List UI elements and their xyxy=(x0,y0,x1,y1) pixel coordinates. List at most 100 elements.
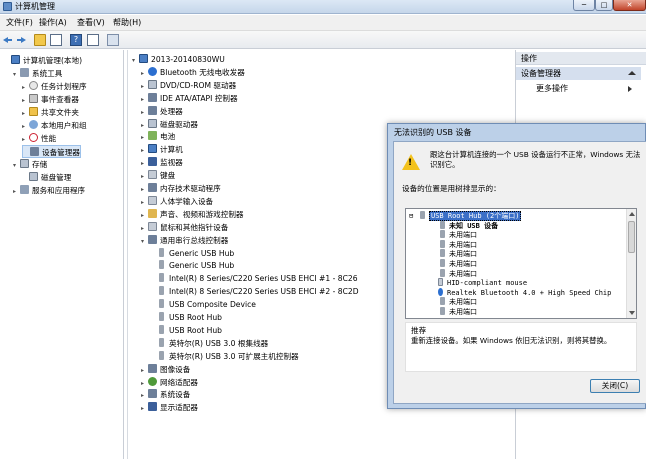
console-tree-item[interactable]: ▸ 共享文件夹 xyxy=(22,106,79,119)
device-tree-item[interactable]: Generic USB Hub xyxy=(150,259,234,272)
device-tree-item[interactable]: ▾ 2013-20140830WU xyxy=(132,53,225,66)
usb-tree-label: USB Root Hub (2个端口) xyxy=(429,211,522,221)
scroll-thumb[interactable] xyxy=(628,221,635,253)
device-tree-item[interactable]: Generic USB Hub xyxy=(150,247,234,260)
console-tree-item[interactable]: ▸ 事件查看器 xyxy=(22,93,79,106)
expander-icon[interactable]: ▾ xyxy=(132,54,139,67)
actions-device-manager[interactable]: 设备管理器 xyxy=(516,67,641,80)
back-arrow-icon[interactable] xyxy=(2,34,14,46)
expander-icon[interactable]: ▸ xyxy=(13,185,20,198)
device-label: 声音、视频和游戏控制器 xyxy=(160,209,244,219)
usb-tree-item[interactable]: 未用端口 xyxy=(429,297,477,307)
show-hide-tree-icon[interactable] xyxy=(50,34,62,46)
console-tree-item[interactable]: ▸ 本地用户和组 xyxy=(22,119,87,132)
device-tree-item[interactable]: USB Root Hub xyxy=(150,311,222,324)
device-label: Intel(R) 8 Series/C220 Series USB EHCI #… xyxy=(169,274,358,284)
expander-icon[interactable]: ▸ xyxy=(141,402,148,415)
console-tree-label: 共享文件夹 xyxy=(41,108,79,117)
device-tree-item[interactable]: 英特尔(R) USB 3.0 根集线器 xyxy=(150,337,268,350)
system-device-icon xyxy=(148,389,157,399)
close-window-button[interactable]: ✕ xyxy=(613,0,646,11)
up-folder-icon[interactable] xyxy=(34,34,46,46)
device-tree-item[interactable]: Intel(R) 8 Series/C220 Series USB EHCI #… xyxy=(150,285,359,298)
console-tree-item[interactable]: ▸ 任务计划程序 xyxy=(22,80,87,93)
usb-tree-item[interactable]: Realtek Bluetooth 4.0 + High Speed Chip xyxy=(429,287,611,298)
collapse-up-icon[interactable] xyxy=(628,71,636,75)
mouse-icon xyxy=(438,278,443,287)
device-tree-item[interactable]: ▸ 计算机 xyxy=(141,143,183,156)
console-tree-item[interactable]: ▸ 性能 xyxy=(22,132,56,145)
device-label: 2013-20140830WU xyxy=(151,55,225,64)
device-tree-item[interactable]: 英特尔(R) USB 3.0 可扩展主机控制器 xyxy=(150,350,299,363)
system-tools-icon xyxy=(20,68,29,77)
usb-tree-item[interactable]: 未知 USB 设备 xyxy=(429,220,498,231)
device-tree-item[interactable]: ▸ 处理器 xyxy=(141,105,183,118)
menu-view[interactable]: 查看(V) xyxy=(77,17,105,29)
device-tree-item[interactable]: ▸ Bluetooth 无线电收发器 xyxy=(141,66,245,79)
port-icon xyxy=(440,297,445,306)
usb-location-tree[interactable]: 未用端口 未用端口 Realtek Bluetooth 4.0 + High Spe… xyxy=(405,208,637,319)
device-tree-item[interactable]: USB Composite Device xyxy=(150,298,256,311)
console-tree-item[interactable]: 磁盘管理 xyxy=(22,171,71,184)
toolbar: ? xyxy=(0,31,646,49)
device-tree-item[interactable]: USB Root Hub xyxy=(150,324,222,337)
properties-icon[interactable] xyxy=(87,34,99,46)
recommendation-box: 推荐 重新连接设备。如果 Windows 依旧无法识别，则将其替换。 xyxy=(405,322,637,372)
device-tree-item[interactable]: ▸ 鼠标和其他指针设备 xyxy=(141,221,228,234)
device-tree-item[interactable]: ▸ 系统设备 xyxy=(141,388,190,401)
close-button[interactable]: 关闭(C) xyxy=(590,379,640,393)
device-tree-item[interactable]: ▸ 电池 xyxy=(141,130,175,143)
console-tree-item[interactable]: ▾ 系统工具 xyxy=(13,67,62,80)
usb-tree-item[interactable]: 未用端口 xyxy=(429,307,477,317)
battery-icon xyxy=(148,131,157,141)
usb-tree-item[interactable]: 未用端口 xyxy=(429,230,477,240)
device-tree-item[interactable]: ▸ 磁盘驱动器 xyxy=(141,118,198,131)
menu-action[interactable]: 操作(A) xyxy=(39,17,67,29)
device-tree-item[interactable]: ▸ 显示适配器 xyxy=(141,401,198,414)
device-tree-item[interactable]: ▸ DVD/CD-ROM 驱动器 xyxy=(141,79,236,92)
device-tree-item[interactable]: ▸ IDE ATA/ATAPI 控制器 xyxy=(141,92,238,105)
expander-icon[interactable]: ▾ xyxy=(141,235,148,248)
device-tree-item[interactable]: Intel(R) 8 Series/C220 Series USB EHCI #… xyxy=(150,272,358,285)
menu-help[interactable]: 帮助(H) xyxy=(113,17,141,29)
port-icon xyxy=(440,268,445,277)
menu-file[interactable]: 文件(F) xyxy=(6,17,33,29)
console-tree-item[interactable]: 计算机管理(本地) xyxy=(4,54,82,67)
scan-hardware-icon[interactable] xyxy=(107,34,119,46)
device-label: 监视器 xyxy=(160,158,183,168)
device-tree-item[interactable]: ▸ 网络适配器 xyxy=(141,376,198,389)
scroll-down-icon[interactable] xyxy=(629,311,635,315)
maximize-button[interactable]: □ xyxy=(595,0,613,11)
help-icon[interactable]: ? xyxy=(70,34,82,46)
console-tree-item[interactable]: ▾ 存储 xyxy=(13,158,47,171)
performance-icon xyxy=(29,133,38,142)
forward-arrow-icon[interactable] xyxy=(15,34,27,46)
usb-tree-item[interactable]: HID-compliant mouse xyxy=(429,278,527,288)
device-tree-item[interactable]: ▸ 图像设备 xyxy=(141,363,190,376)
usb-tree-item[interactable]: 未用端口 xyxy=(429,259,477,269)
expander-icon[interactable]: ▾ xyxy=(13,159,20,172)
usb-tree-item[interactable]: ⊟ USB Root Hub (2个端口) xyxy=(409,211,522,221)
scroll-up-icon[interactable] xyxy=(629,212,635,216)
more-actions-link[interactable]: 更多操作 xyxy=(536,83,568,95)
usb-tree-item[interactable]: 未用端口 xyxy=(429,249,477,259)
console-tree-item[interactable]: 设备管理器 xyxy=(22,145,81,158)
minimize-button[interactable]: ─ xyxy=(573,0,595,11)
chevron-right-icon[interactable] xyxy=(628,86,632,92)
disk-drive-icon xyxy=(148,118,157,128)
tree-scrollbar[interactable] xyxy=(626,209,636,318)
device-tree-item[interactable]: ▸ 声音、视频和游戏控制器 xyxy=(141,208,244,221)
device-tree-item[interactable]: ▸ 人体学输入设备 xyxy=(141,195,213,208)
device-tree-item[interactable]: ▸ 键盘 xyxy=(141,169,175,182)
expander-icon[interactable]: ▾ xyxy=(13,68,20,81)
console-tree-item[interactable]: ▸ 服务和应用程序 xyxy=(13,184,85,197)
device-tree-item[interactable]: ▾ 通用串行总线控制器 xyxy=(141,234,228,247)
device-tree-item[interactable]: ▸ 监视器 xyxy=(141,156,183,169)
expander-icon[interactable]: ⊟ xyxy=(409,211,418,221)
console-tree-label: 计算机管理(本地) xyxy=(23,56,83,65)
usb-tree-item[interactable]: 未用端口 xyxy=(429,239,477,250)
computer-icon xyxy=(139,54,148,63)
usb-tree-item[interactable]: 未用端口 xyxy=(429,268,477,279)
device-tree-item[interactable]: ▸ 内存技术驱动程序 xyxy=(141,182,221,195)
device-label: 鼠标和其他指针设备 xyxy=(160,222,229,232)
